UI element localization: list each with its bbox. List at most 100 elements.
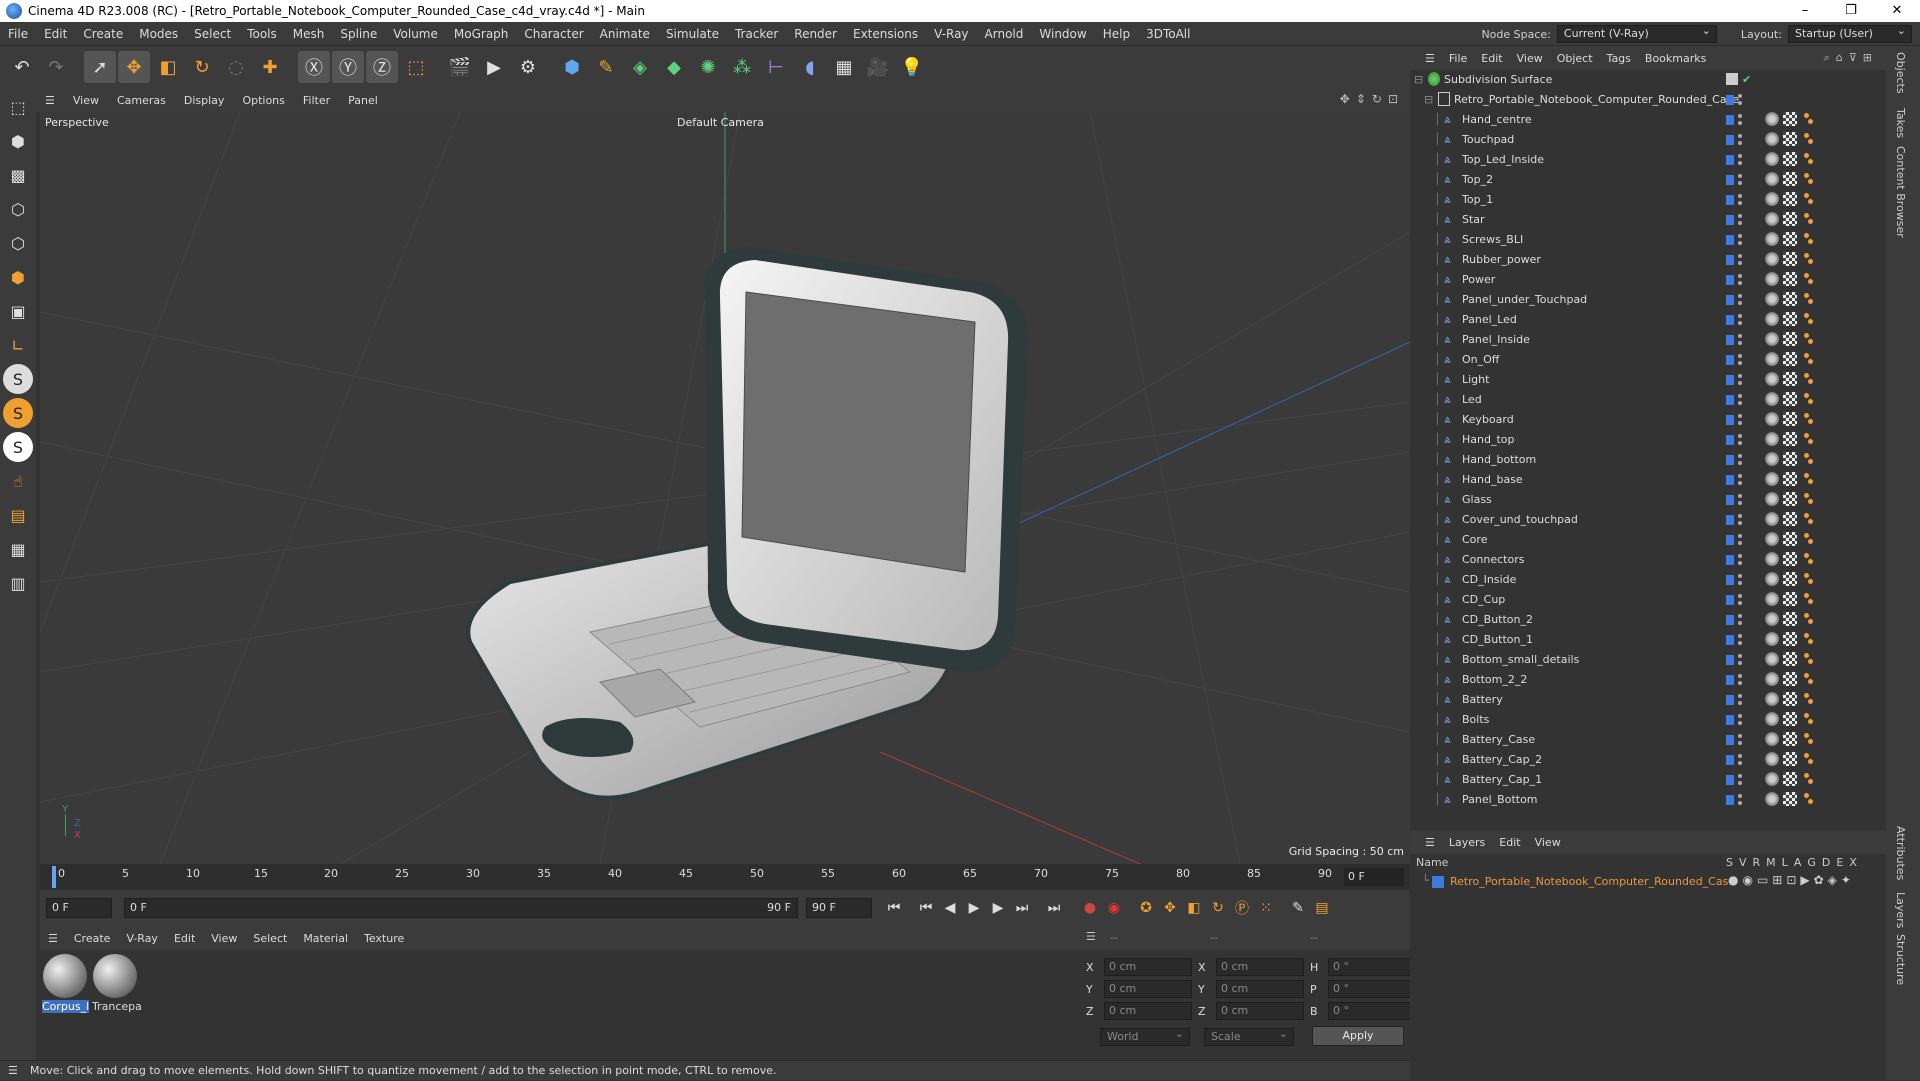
node-space-select[interactable]: Current (V-Ray) — [1556, 23, 1717, 43]
subdivision-icon[interactable]: ◈ — [624, 51, 656, 83]
selection-tag-icon[interactable] — [1801, 592, 1815, 606]
start-frame-field[interactable]: 0 F — [46, 898, 112, 918]
texture-tag-icon[interactable] — [1783, 412, 1797, 426]
texture-tag-icon[interactable] — [1783, 552, 1797, 566]
visibility-dots[interactable] — [1738, 593, 1742, 607]
selection-tag-icon[interactable] — [1801, 412, 1815, 426]
visibility-dots[interactable] — [1738, 333, 1742, 347]
visibility-dots[interactable] — [1738, 273, 1742, 287]
selection-tag-icon[interactable] — [1801, 372, 1815, 386]
uv-mode-icon[interactable]: ▣ — [3, 296, 33, 326]
quantize-icon[interactable]: S — [3, 432, 33, 462]
maximize-button[interactable]: ❐ — [1828, 0, 1874, 22]
render-region-icon[interactable]: 🎬 — [444, 51, 476, 83]
selection-tag-icon[interactable] — [1801, 332, 1815, 346]
menu-volume[interactable]: Volume — [385, 22, 446, 46]
layer-color-swatch[interactable] — [1726, 715, 1734, 725]
layer-color-swatch[interactable] — [1726, 775, 1734, 785]
minimize-button[interactable]: – — [1782, 0, 1828, 22]
visibility-dots[interactable] — [1738, 653, 1742, 667]
apply-button[interactable]: Apply — [1312, 1026, 1404, 1046]
menu-vray[interactable]: V-Ray — [926, 22, 976, 46]
current-frame-field[interactable]: 0 F — [1344, 868, 1404, 886]
layer-color-swatch[interactable] — [1726, 655, 1734, 665]
layer-color-swatch[interactable] — [1726, 675, 1734, 685]
texture-tag-icon[interactable] — [1783, 672, 1797, 686]
viewport-menu-cameras[interactable]: Cameras — [108, 94, 175, 107]
phong-tag-icon[interactable] — [1765, 492, 1779, 506]
texture-tag-icon[interactable] — [1783, 532, 1797, 546]
selection-tag-icon[interactable] — [1801, 132, 1815, 146]
position-y-field[interactable]: 0 cm — [1104, 980, 1192, 998]
selection-tag-icon[interactable] — [1801, 152, 1815, 166]
goto-start-icon[interactable]: ⏮ — [882, 896, 906, 920]
phong-tag-icon[interactable] — [1765, 352, 1779, 366]
snap-settings-icon[interactable]: S — [3, 398, 33, 428]
menu-select[interactable]: Select — [186, 22, 239, 46]
phong-tag-icon[interactable] — [1765, 772, 1779, 786]
axis-mode-icon[interactable]: ∟ — [3, 330, 33, 360]
object-menu-object[interactable]: Object — [1550, 52, 1600, 65]
ruler-icon[interactable]: ⊢ — [760, 51, 792, 83]
tree-row[interactable]: │ ⩓ Core — [1410, 530, 1880, 550]
object-menu-bookmarks[interactable]: Bookmarks — [1638, 52, 1713, 65]
rotation-p-field[interactable]: 0 ° — [1328, 980, 1416, 998]
visibility-dots[interactable] — [1738, 253, 1742, 267]
end-frame-field[interactable]: 90 F — [806, 898, 872, 918]
visibility-dots[interactable] — [1738, 353, 1742, 367]
layer-toggle-icons[interactable]: ●◉▭⊞⊡▶✿◈✦ — [1728, 873, 1855, 887]
phong-tag-icon[interactable] — [1765, 692, 1779, 706]
polygons-mode-icon[interactable]: ⬢ — [3, 262, 33, 292]
tree-row[interactable]: │ ⩓ Hand_bottom — [1410, 450, 1880, 470]
phong-tag-icon[interactable] — [1765, 392, 1779, 406]
key-scale-icon[interactable]: ◧ — [1182, 896, 1206, 920]
viewport-nav-icons[interactable]: ✥⇕↻⊡ — [1340, 92, 1404, 106]
visibility-dots[interactable] — [1738, 433, 1742, 447]
selection-tag-icon[interactable] — [1801, 492, 1815, 506]
layer-color-swatch[interactable] — [1726, 735, 1734, 745]
texture-tag-icon[interactable] — [1783, 472, 1797, 486]
dope-sheet-icon[interactable]: ▤ — [1310, 896, 1334, 920]
floor-icon[interactable]: ▦ — [828, 51, 860, 83]
side-tab-structure[interactable]: Structure — [1894, 934, 1907, 985]
prev-key-icon[interactable]: ⏮ — [914, 896, 938, 920]
visibility-dots[interactable] — [1738, 193, 1742, 207]
visibility-dots[interactable] — [1738, 93, 1742, 107]
visibility-dots[interactable] — [1738, 393, 1742, 407]
live-select-icon[interactable]: ◌ — [220, 51, 252, 83]
sculpt-icon[interactable]: ☝ — [3, 466, 33, 496]
layer-color-swatch[interactable] — [1726, 275, 1734, 285]
texture-tag-icon[interactable] — [1783, 792, 1797, 806]
layer-row[interactable]: └ Retro_Portable_Notebook_Computer_Round… — [1410, 872, 1886, 892]
tree-row[interactable]: │ ⩓ Top_1 — [1410, 190, 1880, 210]
rotation-b-field[interactable]: 0 ° — [1328, 1002, 1416, 1020]
visibility-dots[interactable] — [1738, 713, 1742, 727]
layer-color-swatch[interactable] — [1726, 255, 1734, 265]
selection-tag-icon[interactable] — [1801, 432, 1815, 446]
coordinate-space-select[interactable]: World — [1100, 1026, 1190, 1046]
phong-tag-icon[interactable] — [1765, 112, 1779, 126]
phong-tag-icon[interactable] — [1765, 472, 1779, 486]
visibility-dots[interactable] — [1738, 613, 1742, 627]
material-menu-material[interactable]: Material — [295, 932, 356, 945]
tree-row[interactable]: │ ⩓ Led — [1410, 390, 1880, 410]
visibility-dots[interactable] — [1738, 213, 1742, 227]
layer-color-swatch[interactable] — [1726, 155, 1734, 165]
tree-row[interactable]: │ ⩓ Power — [1410, 270, 1880, 290]
material-hamburger-icon[interactable]: ☰ — [40, 932, 66, 945]
cube-icon[interactable]: ⬢ — [556, 51, 588, 83]
layer-color-swatch[interactable] — [1432, 876, 1444, 888]
material-menu-create[interactable]: Create — [66, 932, 119, 945]
layer-color-swatch[interactable] — [1726, 535, 1734, 545]
material-menu-view[interactable]: View — [203, 932, 245, 945]
y-axis-icon[interactable]: Ⓨ — [332, 51, 364, 83]
tree-row[interactable]: │ ⩓ Battery — [1410, 690, 1880, 710]
key-selection-icon[interactable]: ✪ — [1134, 896, 1158, 920]
rotate-icon[interactable]: ↻ — [186, 51, 218, 83]
phong-tag-icon[interactable] — [1765, 292, 1779, 306]
visibility-dots[interactable] — [1738, 553, 1742, 567]
tree-row[interactable]: │ ⩓ Bolts — [1410, 710, 1880, 730]
selection-tag-icon[interactable] — [1801, 312, 1815, 326]
position-z-field[interactable]: 0 cm — [1104, 1002, 1192, 1020]
tree-row[interactable]: │ ⩓ Glass — [1410, 490, 1880, 510]
